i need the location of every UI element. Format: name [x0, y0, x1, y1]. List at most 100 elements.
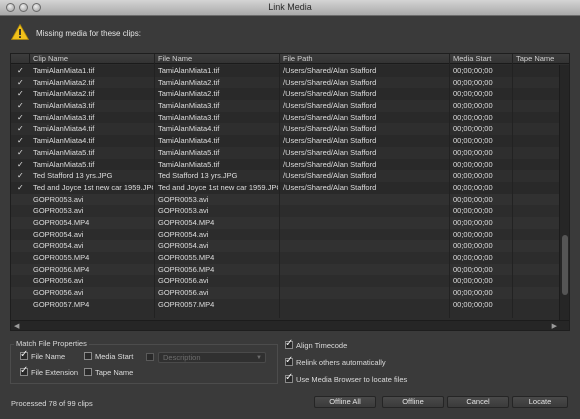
- cell-start: 00;00;00;00: [453, 66, 493, 75]
- scroll-right-icon[interactable]: ▶: [552, 322, 557, 330]
- description-dropdown[interactable]: Description ▼: [158, 352, 266, 363]
- table-row[interactable]: ✓ TamiAlanMiata3.tif TamiAlanMiata3.tif/Us…: [11, 100, 560, 112]
- cell-path: /Users/Shared/Alan Stafford: [283, 171, 377, 181]
- cell-path: [283, 240, 447, 252]
- cell-start: 00;00;00;00: [453, 288, 493, 298]
- cell-path: /Users/Shared/Alan Stafford: [283, 101, 377, 111]
- table-row[interactable]: ✓ TamiAlanMiata1.tif TamiAlanMiata1.tif/Us…: [11, 65, 560, 77]
- cell-file: Ted Stafford 13 yrs.JPG: [158, 171, 238, 181]
- file-extension-label: File Extension: [31, 368, 79, 377]
- cell-tape: [516, 88, 558, 100]
- cell-start: 00;00;00;00: [453, 206, 493, 216]
- offline-all-button[interactable]: Offline All: [314, 396, 376, 408]
- cell-file: GOPR0056.MP4: [158, 264, 215, 274]
- tape-name-checkbox[interactable]: [84, 368, 92, 376]
- column-header-file-path[interactable]: File Path: [279, 54, 449, 64]
- table-row[interactable]: GOPR0054.avi GOPR0054.avi 00;00;00;00: [11, 229, 560, 241]
- media-browser-checkbox[interactable]: [285, 372, 293, 383]
- column-header-file-name[interactable]: File Name: [154, 54, 279, 64]
- cell-path: [283, 299, 447, 311]
- cell-file: GOPR0054.avi: [158, 229, 209, 239]
- table-row[interactable]: ✓ TamiAlanMiata3.tif TamiAlanMiata3.tif/Us…: [11, 111, 560, 124]
- window-title: Link Media: [268, 2, 312, 12]
- table-row[interactable]: ✓ TamiAlanMiata4.tif TamiAlanMiata4.tif/Us…: [11, 123, 560, 136]
- table-row[interactable]: GOPR0053.avi GOPR0053.avi 00;00;00;00: [11, 193, 560, 206]
- cell-start: 00;00;00;00: [453, 276, 493, 286]
- cell-path: /Users/Shared/Alan Stafford: [283, 77, 377, 87]
- horizontal-scrollbar[interactable]: ◀ ▶: [11, 320, 569, 330]
- table-row[interactable]: GOPR0053.avi GOPR0053.avi 00;00;00;00: [11, 205, 560, 217]
- relink-others-checkbox[interactable]: [285, 355, 293, 366]
- row-checkmark-icon: ✓: [17, 147, 24, 157]
- cell-file: TamiAlanMiata4.tif: [158, 124, 220, 134]
- cell-start: 00;00;00;00: [453, 253, 493, 262]
- table-row[interactable]: GOPR0054.MP4 GOPR0054.MP4 00;00;00;00: [11, 216, 560, 229]
- cancel-button[interactable]: Cancel: [447, 396, 509, 408]
- cell-tape: [516, 299, 558, 311]
- column-header-clip-name[interactable]: Clip Name: [29, 54, 154, 64]
- table-row[interactable]: ✓ Ted and Joyce 1st new car 1959.JPG Ted a…: [11, 181, 560, 194]
- cell-clip: TamiAlanMiata2.tif: [33, 77, 95, 87]
- vertical-scroll-thumb[interactable]: [562, 235, 568, 295]
- table-row[interactable]: GOPR0055.MP4 GOPR0055.MP4 00;00;00;00: [11, 252, 560, 264]
- cell-clip: TamiAlanMiata3.tif: [33, 112, 95, 122]
- offline-button[interactable]: Offline: [382, 396, 444, 408]
- cell-file: GOPR0056.avi: [158, 276, 209, 286]
- cell-path: /Users/Shared/Alan Stafford: [283, 147, 377, 157]
- cell-start: 00;00;00;00: [453, 77, 493, 87]
- column-header-tape-name[interactable]: Tape Name: [512, 54, 569, 64]
- cell-tape: [516, 135, 558, 147]
- cell-tape: [516, 170, 558, 182]
- row-checkmark-icon: ✓: [17, 159, 24, 169]
- media-start-checkbox[interactable]: [84, 352, 92, 360]
- cell-file: GOPR0053.avi: [158, 206, 209, 216]
- description-checkbox[interactable]: [146, 353, 154, 361]
- vertical-scrollbar[interactable]: [559, 65, 569, 320]
- cell-start: 00;00;00;00: [453, 101, 493, 111]
- media-browser-label: Use Media Browser to locate files: [296, 375, 408, 384]
- dropdown-arrow-icon: ▼: [256, 355, 262, 361]
- cell-tape: [516, 159, 558, 171]
- cell-path: [283, 194, 447, 206]
- cell-tape: [516, 65, 558, 77]
- cell-file: TamiAlanMiata4.tif: [158, 136, 220, 146]
- cell-clip: GOPR0054.avi: [33, 229, 84, 239]
- cell-tape: [516, 77, 558, 89]
- cell-start: 00;00;00;00: [453, 264, 493, 274]
- cell-clip: GOPR0056.avi: [33, 288, 84, 298]
- table-row[interactable]: GOPR0056.avi GOPR0056.avi 00;00;00;00: [11, 287, 560, 299]
- table-row[interactable]: ✓ TamiAlanMiata5.tif TamiAlanMiata5.tif/Us…: [11, 158, 560, 171]
- cell-file: TamiAlanMiata3.tif: [158, 101, 220, 111]
- relink-others-label: Relink others automatically: [296, 358, 386, 367]
- cell-start: 00;00;00;00: [453, 112, 493, 122]
- file-name-checkbox[interactable]: [20, 349, 28, 360]
- clips-table: Clip Name File Name File Path Media Star…: [10, 53, 570, 331]
- table-row[interactable]: ✓ Ted Stafford 13 yrs.JPG Ted Stafford 13 …: [11, 170, 560, 182]
- file-extension-checkbox[interactable]: [20, 365, 28, 376]
- cell-start: 00;00;00;00: [453, 182, 493, 192]
- cell-path: /Users/Shared/Alan Stafford: [283, 89, 377, 99]
- header-check-column[interactable]: [11, 54, 29, 64]
- cell-clip: GOPR0053.avi: [33, 206, 84, 216]
- table-row[interactable]: ✓ TamiAlanMiata5.tif TamiAlanMiata5.tif/Us…: [11, 146, 560, 159]
- cell-tape: [516, 264, 558, 276]
- table-row[interactable]: GOPR0056.avi GOPR0056.avi 00;00;00;00: [11, 275, 560, 287]
- table-row[interactable]: ✓ TamiAlanMiata2.tif TamiAlanMiata2.tif/Us…: [11, 88, 560, 101]
- warning-icon: [11, 24, 29, 40]
- column-header-media-start[interactable]: Media Start: [449, 54, 512, 64]
- table-row[interactable]: GOPR0054.avi GOPR0054.avi 00;00;00;00: [11, 240, 560, 252]
- scroll-left-icon[interactable]: ◀: [14, 322, 19, 330]
- cell-file: Ted and Joyce 1st new car 1959.JPG: [158, 182, 278, 192]
- cell-clip: TamiAlanMiata1.tif: [33, 66, 95, 75]
- match-file-properties-legend: Match File Properties: [14, 339, 89, 348]
- table-row[interactable]: GOPR0057.MP4 GOPR0057.MP4 00;00;00;00: [11, 299, 560, 311]
- cell-path: /Users/Shared/Alan Stafford: [283, 124, 377, 134]
- align-timecode-checkbox[interactable]: [285, 338, 293, 349]
- table-row[interactable]: GOPR0056.MP4 GOPR0056.MP4 00;00;00;00: [11, 263, 560, 276]
- cell-tape: [516, 100, 558, 112]
- locate-button[interactable]: Locate: [512, 396, 568, 408]
- table-header: Clip Name File Name File Path Media Star…: [11, 54, 569, 64]
- cell-clip: TamiAlanMiata5.tif: [33, 147, 95, 157]
- table-row[interactable]: ✓ TamiAlanMiata4.tif TamiAlanMiata4.tif/Us…: [11, 135, 560, 147]
- table-row[interactable]: ✓ TamiAlanMiata2.tif TamiAlanMiata2.tif/Us…: [11, 76, 560, 89]
